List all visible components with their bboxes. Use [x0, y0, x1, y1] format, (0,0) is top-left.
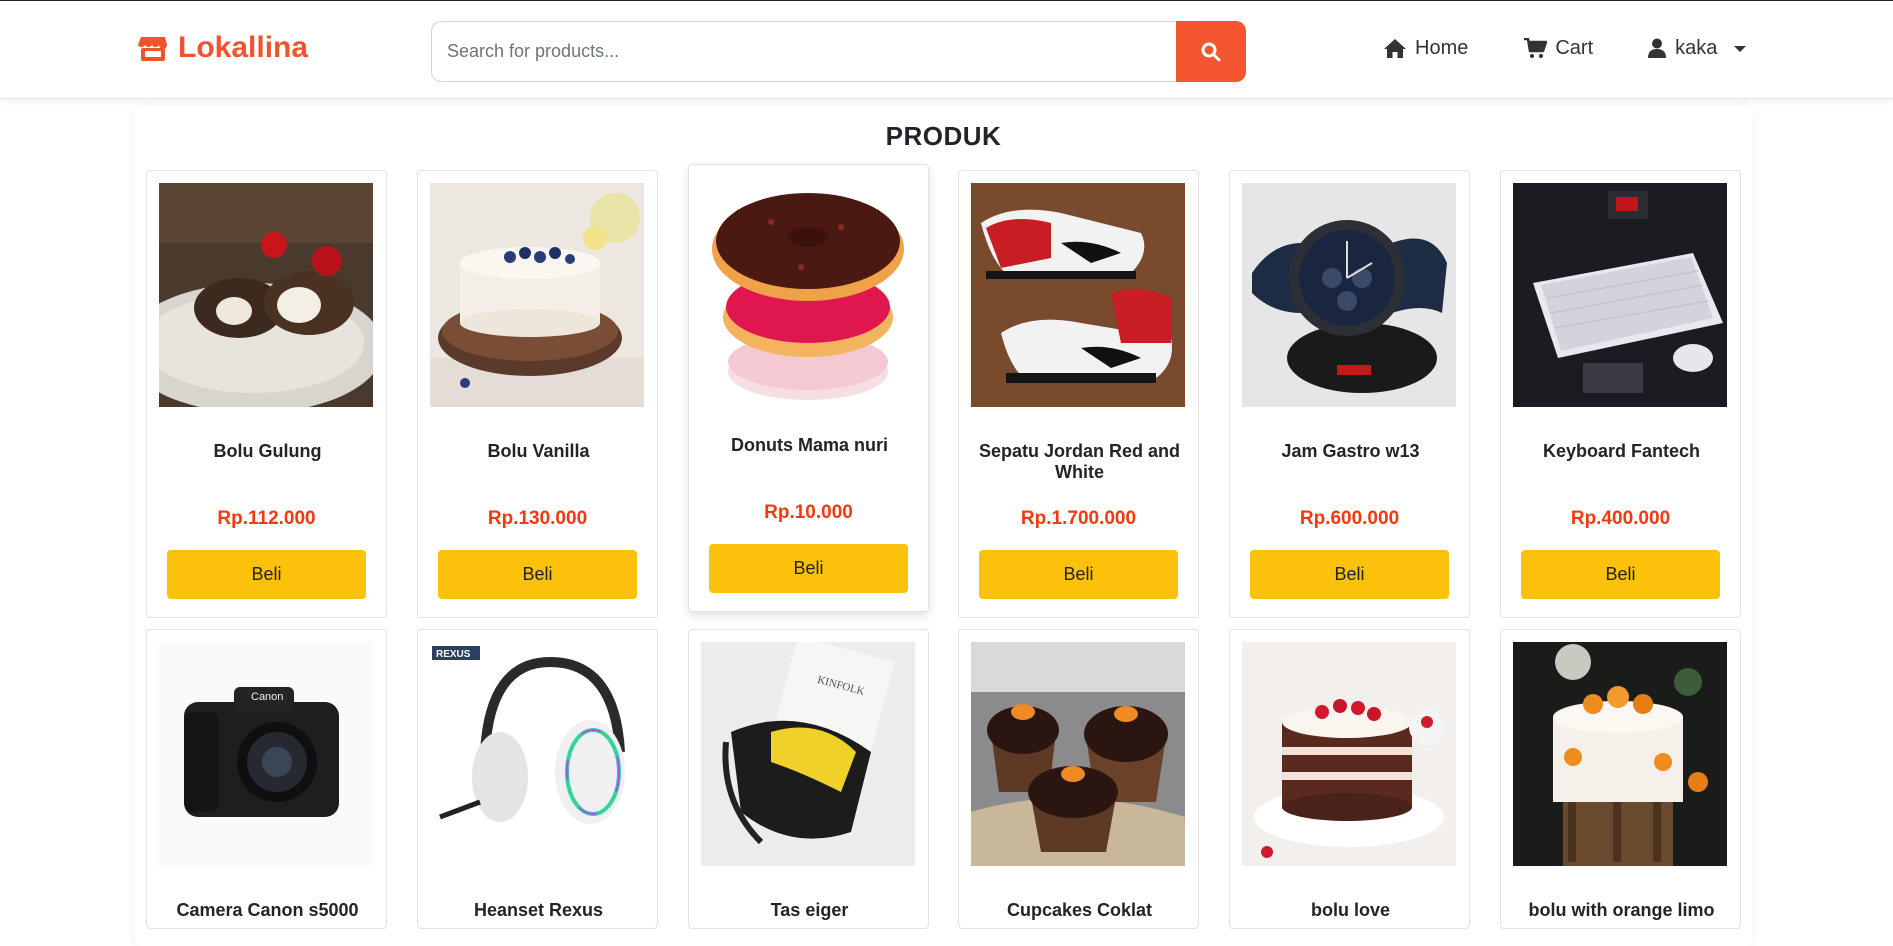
- product-name: Bolu Vanilla: [487, 441, 590, 461]
- product-name: Sepatu Jordan Red and White: [978, 441, 1181, 482]
- svg-text:REXUS: REXUS: [436, 649, 471, 660]
- product-name: Tas eiger: [770, 900, 849, 920]
- product-card[interactable]: Cupcakes Coklat: [958, 629, 1199, 929]
- buy-button[interactable]: Beli: [1250, 550, 1449, 599]
- product-card[interactable]: Jam Gastro w13 Rp.600.000 Beli: [1229, 170, 1470, 618]
- search-input[interactable]: [431, 21, 1176, 82]
- product-price: Rp.600.000: [1299, 508, 1400, 529]
- product-image[interactable]: Canon: [159, 642, 373, 866]
- product-image[interactable]: KINFOLK: [701, 642, 915, 866]
- product-price: Rp.130.000: [487, 508, 588, 529]
- product-name: Keyboard Fantech: [1542, 441, 1701, 461]
- product-card[interactable]: Bolu Vanilla Rp.130.000 Beli: [417, 170, 658, 618]
- product-name: bolu with orange limo: [1528, 900, 1715, 920]
- product-price: Rp.10.000: [764, 502, 853, 523]
- product-card[interactable]: Sepatu Jordan Red and White Rp.1.700.000…: [958, 170, 1199, 618]
- buy-button[interactable]: Beli: [979, 550, 1178, 599]
- navbar: Lokallina Home Cart: [0, 0, 1893, 99]
- home-icon: [1384, 39, 1406, 58]
- nav-links: Home Cart kaka: [1383, 37, 1747, 60]
- product-card[interactable]: Donuts Mama nuri Rp.10.000 Beli: [688, 164, 929, 612]
- user-icon: [1648, 38, 1667, 58]
- product-image[interactable]: REXUS: [430, 642, 644, 866]
- product-image[interactable]: [971, 183, 1185, 407]
- nav-cart-label: Cart: [1555, 37, 1594, 59]
- product-image[interactable]: [701, 177, 915, 401]
- cart-icon: [1524, 38, 1548, 58]
- product-price: Rp.112.000: [217, 508, 316, 529]
- search-icon: [1201, 42, 1221, 61]
- product-name: Jam Gastro w13: [1281, 441, 1420, 461]
- user-menu[interactable]: kaka: [1647, 37, 1747, 60]
- product-image[interactable]: [1513, 183, 1727, 407]
- nav-cart[interactable]: Cart: [1523, 37, 1593, 60]
- product-name: Donuts Mama nuri: [730, 435, 888, 455]
- buy-button[interactable]: Beli: [1521, 550, 1720, 599]
- product-name: bolu love: [1310, 900, 1390, 920]
- brand-logo[interactable]: Lokallina: [138, 31, 308, 65]
- buy-button[interactable]: Beli: [709, 544, 908, 593]
- product-name: Heanset Rexus: [473, 900, 604, 920]
- product-name: Cupcakes Coklat: [1006, 900, 1153, 920]
- nav-home-label: Home: [1415, 37, 1469, 59]
- product-image[interactable]: [159, 183, 373, 407]
- product-image[interactable]: [1242, 183, 1456, 407]
- section-title: PRODUK: [885, 121, 1002, 151]
- product-image[interactable]: [971, 642, 1185, 866]
- product-card[interactable]: Canon Camera Canon s5000: [146, 629, 387, 929]
- store-icon: [138, 37, 167, 61]
- product-name: Camera Canon s5000: [176, 900, 359, 920]
- svg-text:Canon: Canon: [251, 691, 283, 703]
- nav-home[interactable]: Home: [1383, 37, 1468, 60]
- product-card[interactable]: KINFOLK Tas eiger: [688, 629, 929, 929]
- product-card[interactable]: REXUS Heanset Rexus: [417, 629, 658, 929]
- product-image[interactable]: [430, 183, 644, 407]
- product-card[interactable]: Bolu Gulung Rp.112.000 Beli: [146, 170, 387, 618]
- product-card[interactable]: bolu love: [1229, 629, 1470, 929]
- product-price: Rp.1.700.000: [1020, 508, 1137, 529]
- buy-button[interactable]: Beli: [167, 550, 366, 599]
- product-image[interactable]: [1242, 642, 1456, 866]
- brand-name: Lokallina: [178, 31, 309, 64]
- product-name: Bolu Gulung: [213, 441, 322, 461]
- search-bar: [431, 21, 1246, 82]
- buy-button[interactable]: Beli: [438, 550, 637, 599]
- product-section: PRODUK Bolu Gulung Rp.112.000 Beli Bolu …: [134, 106, 1753, 946]
- product-price: Rp.400.000: [1570, 508, 1671, 529]
- user-name: kaka: [1675, 37, 1718, 59]
- product-card[interactable]: Keyboard Fantech Rp.400.000 Beli: [1500, 170, 1741, 618]
- caret-down-icon: [1734, 45, 1747, 52]
- product-card[interactable]: bolu with orange limo: [1500, 629, 1741, 929]
- search-button[interactable]: [1176, 21, 1246, 82]
- product-image[interactable]: [1513, 642, 1727, 866]
